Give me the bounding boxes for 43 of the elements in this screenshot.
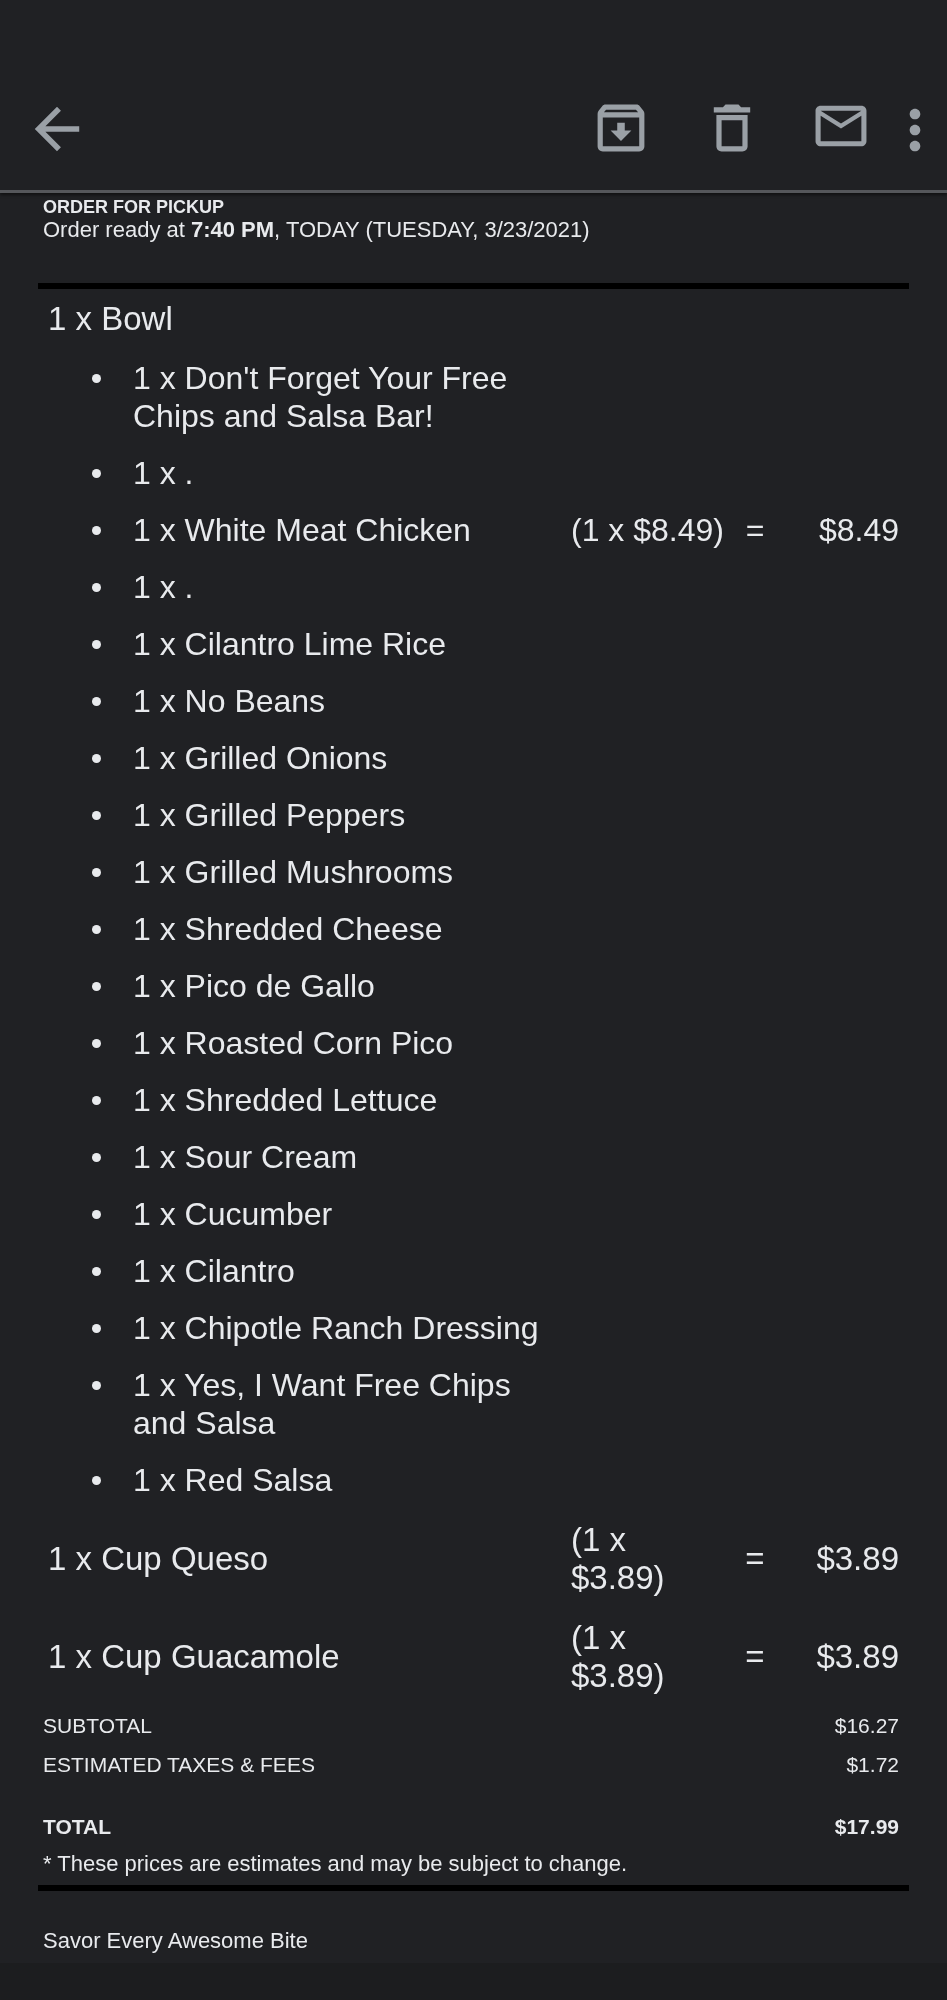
back-arrow-icon[interactable] bbox=[32, 104, 82, 154]
total-value: $1.72 bbox=[846, 1752, 899, 1778]
option-name: 1 x Pico de Gallo bbox=[133, 967, 376, 1005]
option-name: 1 x Grilled Peppers bbox=[133, 796, 407, 834]
item-price: $8.49 bbox=[817, 511, 900, 549]
unit-price-text: (1 x $3.89) bbox=[571, 1619, 666, 1695]
total-value: $16.27 bbox=[834, 1713, 899, 1739]
option-name: 1 x Roasted Corn Pico bbox=[133, 1024, 455, 1062]
item-price: $3.89 bbox=[815, 1638, 900, 1676]
option-name: 1 x White Meat Chicken bbox=[133, 511, 472, 549]
disclaimer-text: * These prices are estimates and may be subject to change. bbox=[43, 1850, 629, 1878]
unit-price-text: (1 x $8.49) bbox=[571, 511, 721, 549]
item-price: $3.89 bbox=[815, 1540, 900, 1578]
total-label: TOTAL bbox=[43, 1814, 112, 1840]
option-name: 1 x Grilled Onions bbox=[133, 739, 389, 777]
item-name: 1 x Bowl bbox=[47, 300, 174, 338]
option-name: 1 x Cilantro Lime Rice bbox=[133, 625, 447, 663]
option-name: 1 x . bbox=[133, 568, 195, 606]
equals-sign: = bbox=[744, 511, 766, 549]
equals-sign: = bbox=[744, 1540, 766, 1578]
option-name: 1 x Yes, I Want Free Chips and Salsa bbox=[133, 1366, 512, 1442]
unit-price-text: (1 x $3.89) bbox=[571, 1521, 666, 1597]
option-name: 1 x Chipotle Ranch Dressing bbox=[133, 1309, 540, 1347]
option-name: 1 x Shredded Lettuce bbox=[133, 1081, 439, 1119]
option-name: 1 x Shredded Cheese bbox=[133, 910, 444, 948]
equals-sign: = bbox=[744, 1638, 766, 1676]
ready-time-text: Order ready at 7:40 PM, TODAY (TUESDAY, 3/23/2021) bbox=[43, 217, 591, 243]
total-value: $17.99 bbox=[834, 1814, 899, 1840]
archive-icon[interactable] bbox=[595, 102, 647, 154]
item-name: 1 x Cup Queso bbox=[47, 1540, 270, 1578]
option-name: 1 x Red Salsa bbox=[133, 1461, 334, 1499]
option-name: 1 x Cilantro bbox=[133, 1252, 296, 1290]
option-name: 1 x Cucumber bbox=[133, 1195, 334, 1233]
tagline-text: Savor Every Awesome Bite bbox=[43, 1927, 309, 1955]
item-name: 1 x Cup Guacamole bbox=[47, 1638, 341, 1676]
option-name: 1 x Sour Cream bbox=[133, 1138, 359, 1176]
total-label: ESTIMATED TAXES & FEES bbox=[43, 1752, 315, 1778]
order-heading: ORDER FOR PICKUP bbox=[43, 197, 225, 217]
option-name: 1 x . bbox=[133, 454, 195, 492]
option-name: 1 x Don't Forget Your Free Chips and Salsa Bar! bbox=[133, 359, 509, 435]
option-name: 1 x No Beans bbox=[133, 682, 327, 720]
option-name: 1 x Grilled Mushrooms bbox=[133, 853, 455, 891]
total-label: SUBTOTAL bbox=[43, 1713, 152, 1739]
